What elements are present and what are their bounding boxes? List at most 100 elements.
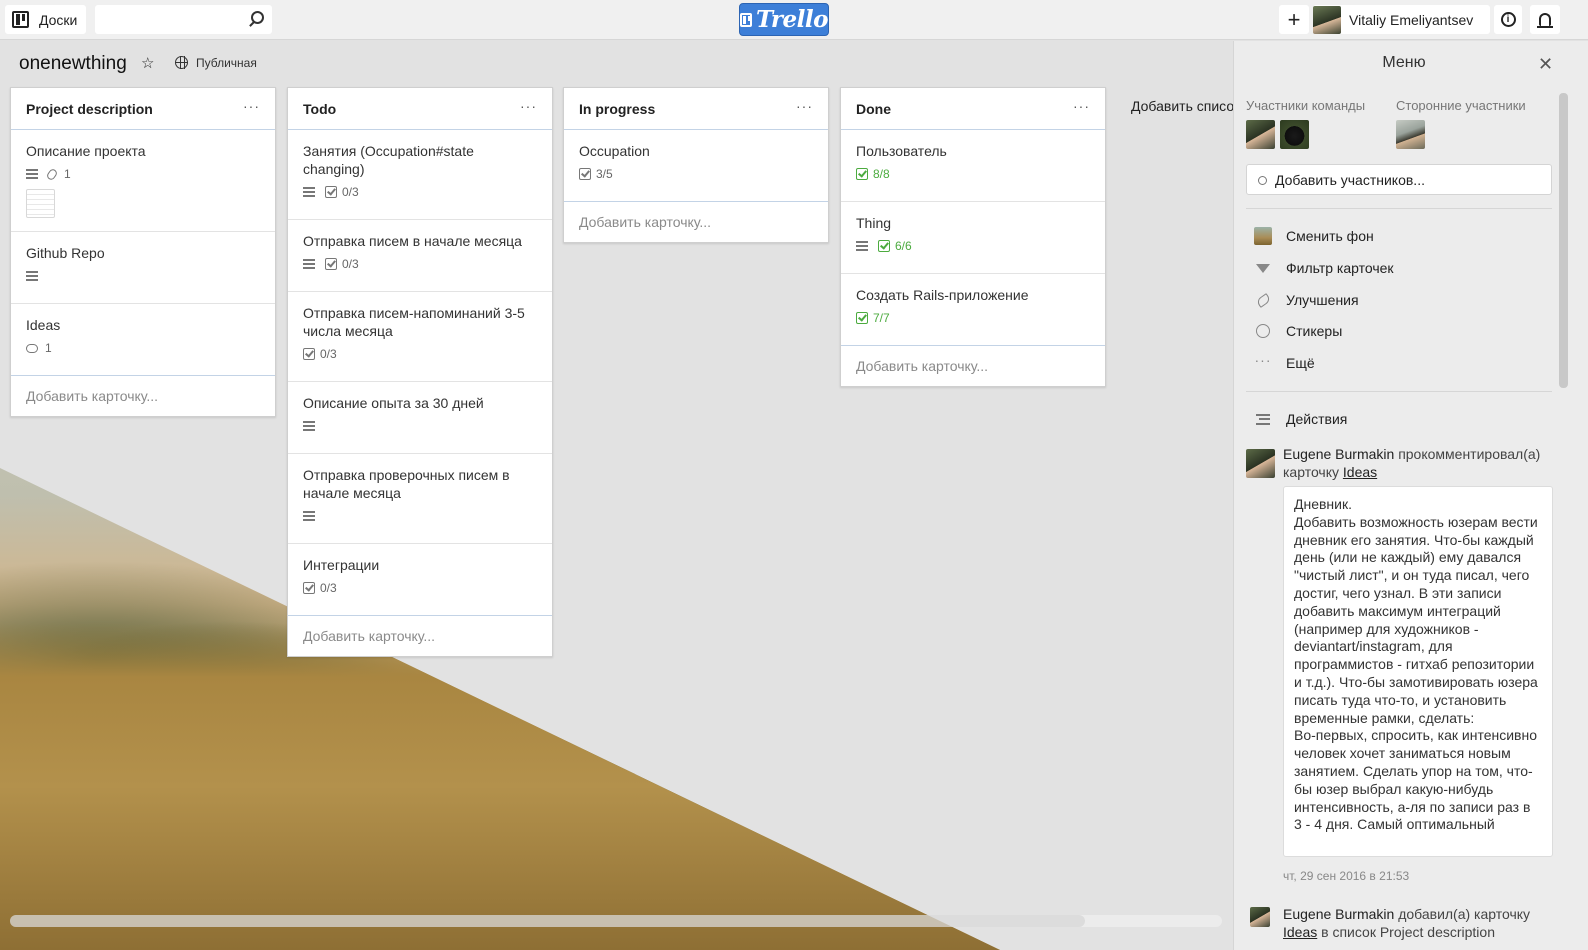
- card[interactable]: Отправка писем-напоминаний 3-5 числа мес…: [288, 292, 552, 382]
- search-icon[interactable]: [251, 11, 264, 24]
- activity-date[interactable]: чт, 29 сен 2016 в 21:53: [1283, 869, 1409, 883]
- card[interactable]: Отправка проверочных писем в начале меся…: [288, 454, 552, 544]
- comment-icon: [26, 343, 38, 353]
- list-header[interactable]: Done ···: [841, 88, 1105, 130]
- card-title: Ideas: [26, 317, 61, 333]
- avatar[interactable]: [1246, 449, 1275, 478]
- add-card-button[interactable]: Добавить карточку...: [564, 201, 828, 242]
- card[interactable]: Описание опыта за 30 дней: [288, 382, 552, 454]
- checklist-count: 6/6: [895, 239, 912, 253]
- sidebar-scrollbar[interactable]: [1559, 93, 1568, 388]
- list-menu-icon[interactable]: ···: [520, 98, 537, 114]
- add-card-button[interactable]: Добавить карточку...: [11, 375, 275, 416]
- rocket-icon: [1254, 292, 1272, 308]
- trello-logo-icon: [740, 12, 752, 27]
- trello-logo[interactable]: Trello: [739, 3, 829, 36]
- card[interactable]: Thing 6/6: [841, 202, 1105, 274]
- list-menu-icon[interactable]: ···: [796, 98, 813, 114]
- card-badges: 1: [26, 341, 260, 355]
- checklist-icon: [303, 348, 315, 360]
- add-button[interactable]: +: [1279, 5, 1309, 34]
- attachment-thumbnail: [26, 189, 55, 218]
- add-card-button[interactable]: Добавить карточку...: [288, 615, 552, 656]
- card[interactable]: Описание проекта 1: [11, 130, 275, 232]
- card-title: Отправка писем-напоминаний 3-5 числа мес…: [303, 305, 525, 339]
- logo-text: Trello: [755, 6, 829, 33]
- card[interactable]: Создать Rails-приложение 7/7: [841, 274, 1105, 346]
- board-title[interactable]: onenewthing: [19, 53, 127, 75]
- activity-user[interactable]: Eugene Burmakin: [1283, 906, 1394, 922]
- avatar[interactable]: [1280, 120, 1309, 149]
- card-badges: [26, 269, 260, 283]
- add-list-button[interactable]: Добавить список: [1131, 98, 1233, 114]
- globe-icon[interactable]: [175, 56, 188, 69]
- list-header[interactable]: In progress ···: [564, 88, 828, 130]
- card-badges: 0/3: [303, 257, 537, 271]
- bell-icon: [1537, 13, 1553, 28]
- menu-item-change-background[interactable]: Сменить фон: [1254, 226, 1374, 246]
- list-title[interactable]: In progress: [579, 101, 655, 117]
- card[interactable]: Занятия (Occupation#state changing) 0/3: [288, 130, 552, 220]
- close-icon[interactable]: ✕: [1538, 54, 1553, 75]
- add-card-button[interactable]: Добавить карточку...: [841, 345, 1105, 386]
- board-menu-sidebar: Меню ✕ Участники команды Сторонние участ…: [1233, 41, 1588, 950]
- checklist-icon: [303, 582, 315, 594]
- card[interactable]: Ideas 1: [11, 304, 275, 376]
- scrollbar-thumb[interactable]: [10, 915, 1085, 927]
- horizontal-scrollbar[interactable]: [10, 915, 1222, 927]
- menu-item-label: Сменить фон: [1286, 228, 1374, 244]
- activity-item: Eugene Burmakin прокомментировал(а) карт…: [1283, 445, 1555, 481]
- visibility-label[interactable]: Публичная: [196, 56, 257, 70]
- info-button[interactable]: i: [1494, 5, 1522, 34]
- background-thumbnail-icon: [1254, 227, 1272, 245]
- menu-item-label: Улучшения: [1286, 292, 1359, 308]
- search-input[interactable]: [95, 5, 272, 34]
- menu-item-label: Ещё: [1286, 355, 1315, 371]
- activity-user[interactable]: Eugene Burmakin: [1283, 446, 1394, 462]
- card[interactable]: Интеграции 0/3: [288, 544, 552, 616]
- menu-item-more[interactable]: ··· Ещё: [1254, 352, 1315, 373]
- description-icon: [303, 259, 315, 269]
- add-members-button[interactable]: Добавить участников...: [1246, 164, 1552, 195]
- user-menu-button[interactable]: Vitaliy Emeliyantsev: [1313, 5, 1490, 34]
- star-icon[interactable]: ☆: [141, 54, 154, 72]
- list-title[interactable]: Done: [856, 101, 891, 117]
- checklist-count: 0/3: [320, 347, 337, 361]
- card[interactable]: Отправка писем в начале месяца 0/3: [288, 220, 552, 292]
- list-title[interactable]: Todo: [303, 101, 336, 117]
- list-header[interactable]: Project description ···: [11, 88, 275, 130]
- avatar[interactable]: [1250, 907, 1270, 927]
- attachment-count: 1: [64, 167, 71, 181]
- notifications-button[interactable]: [1530, 5, 1560, 34]
- more-dots-icon: ···: [1254, 352, 1272, 368]
- menu-item-stickers[interactable]: Стикеры: [1254, 321, 1342, 341]
- card[interactable]: Github Repo: [11, 232, 275, 304]
- boards-button[interactable]: Доски: [5, 5, 87, 34]
- description-icon: [26, 271, 38, 281]
- list-title[interactable]: Project description: [26, 101, 153, 117]
- list-header[interactable]: Todo ···: [288, 88, 552, 130]
- card-badges: 0/3: [303, 581, 537, 595]
- sidebar-title: Меню: [1382, 54, 1426, 71]
- avatar[interactable]: [1396, 120, 1425, 149]
- menu-item-filter-cards[interactable]: Фильтр карточек: [1254, 258, 1394, 278]
- card-title: Занятия (Occupation#state changing): [303, 143, 474, 177]
- description-icon: [303, 421, 315, 431]
- menu-item-power-ups[interactable]: Улучшения: [1254, 290, 1359, 310]
- checklist-icon: [325, 186, 337, 198]
- actions-label: Действия: [1286, 411, 1348, 427]
- card-badges: [303, 509, 537, 523]
- list-menu-icon[interactable]: ···: [1073, 98, 1090, 114]
- list-menu-icon[interactable]: ···: [243, 98, 260, 114]
- add-members-label: Добавить участников...: [1275, 171, 1425, 188]
- card[interactable]: Пользователь 8/8: [841, 130, 1105, 202]
- card-title: Отправка проверочных писем в начале меся…: [303, 467, 510, 501]
- activity-text-suffix: в список Project description: [1321, 924, 1495, 940]
- card-title: Пользователь: [856, 143, 947, 159]
- user-name: Vitaliy Emeliyantsev: [1349, 11, 1474, 28]
- avatar[interactable]: [1246, 120, 1275, 149]
- activity-card-link[interactable]: Ideas: [1283, 924, 1317, 940]
- card[interactable]: Occupation 3/5: [564, 130, 828, 202]
- activity-card-link[interactable]: Ideas: [1343, 464, 1377, 480]
- activity-list-icon: [1254, 411, 1272, 427]
